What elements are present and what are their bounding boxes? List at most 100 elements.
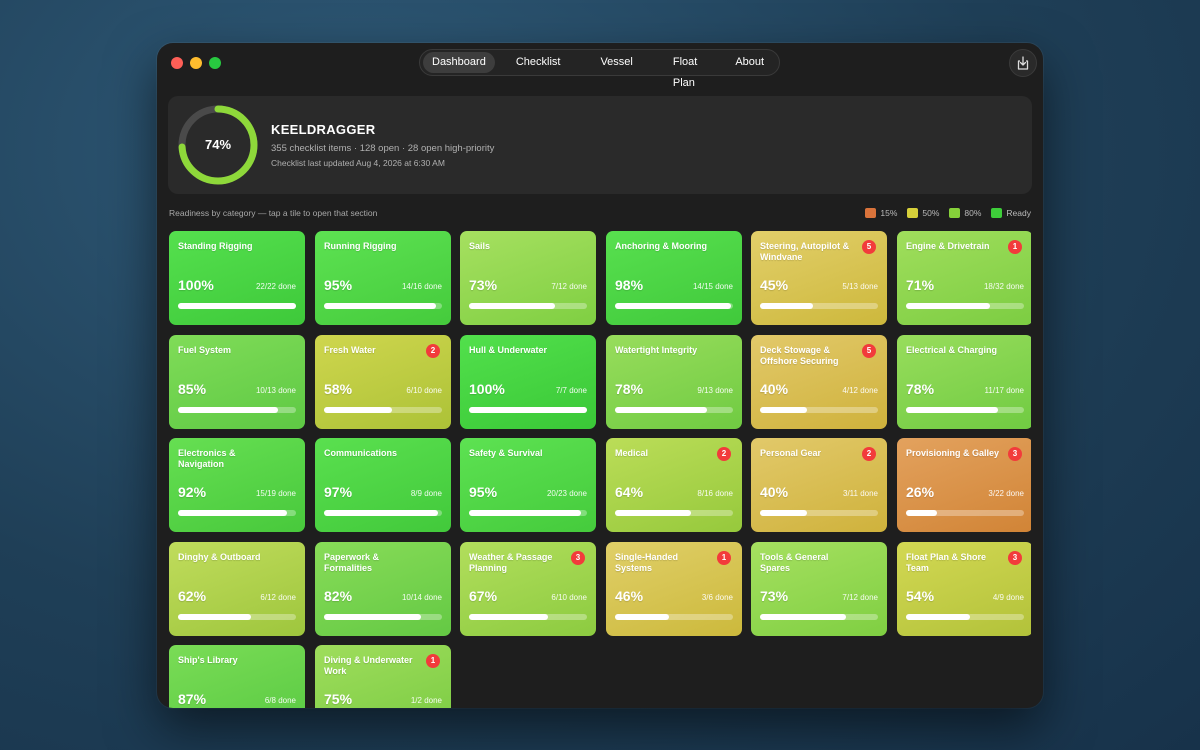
category-tile[interactable]: Deck Stowage & Offshore Securing 5 40% 4/12… [751,335,887,429]
tile-done-count: 7/12 done [551,282,587,291]
legend-swatch [907,208,919,218]
category-tile[interactable]: Provisioning & Galley 3 26% 3/22 done [897,438,1031,532]
last-updated: Checklist last updated Aug 4, 2026 at 6:… [271,158,445,168]
category-tile[interactable]: Medical 2 64% 8/16 done [606,438,742,532]
tile-done-count: 6/12 done [260,593,296,602]
category-tile[interactable]: Engine & Drivetrain 1 71% 18/32 done [897,231,1031,325]
export-button[interactable] [1009,49,1037,77]
tile-category-name: Standing Rigging [178,241,253,251]
tile-progress-bar [615,407,733,413]
category-tile[interactable]: Tools & General Spares 73% 7/12 done [751,542,887,636]
category-tile[interactable]: Running Rigging 95% 14/16 done [315,231,451,325]
tile-category-name: Personal Gear [760,448,822,458]
tile-done-count: 6/8 done [264,696,296,705]
category-tile[interactable]: Communications 97% 8/9 done [315,438,451,532]
category-tile[interactable]: Anchoring & Mooring 98% 14/15 done [606,231,742,325]
category-tile[interactable]: Ship's Library 87% 6/8 done [169,645,305,708]
high-priority-badge: 2 [862,447,876,461]
category-tile[interactable]: Standing Rigging 100% 22/22 done [169,231,305,325]
tile-progress-bar [615,614,733,620]
tile-percent: 58% [324,381,353,397]
category-tile[interactable]: Fuel System 85% 10/13 done [169,335,305,429]
tile-progress-bar [760,614,878,620]
tab-about[interactable]: About [726,52,773,73]
category-tile[interactable]: Electrical & Charging 78% 11/17 done [897,335,1031,429]
high-priority-badge: 3 [1008,447,1022,461]
tile-progress-bar [469,407,587,413]
tile-category-name: Tools & General Spares [760,552,829,573]
legend-swatch [991,208,1003,218]
tile-done-count: 5/13 done [842,282,878,291]
tile-done-count: 9/13 done [697,386,733,395]
tile-percent: 98% [615,277,644,293]
category-tile[interactable]: Steering, Autopilot & Windvane 5 45% 5/13 d… [751,231,887,325]
tab-checklist[interactable]: Checklist [507,52,570,73]
tile-progress-fill [760,510,808,516]
zoom-window-button[interactable] [209,57,221,69]
tile-percent: 45% [760,277,789,293]
tile-progress-bar [324,303,442,309]
tile-progress-fill [906,303,990,309]
tile-done-count: 3/6 done [701,593,733,602]
tile-percent: 67% [469,588,498,604]
tile-progress-fill [906,510,937,516]
minimize-window-button[interactable] [190,57,202,69]
tile-category-name: Single-Handed Systems [615,552,679,573]
tile-progress-bar [469,303,587,309]
category-tile[interactable]: Sails 73% 7/12 done [460,231,596,325]
tile-progress-bar [760,303,878,309]
tile-progress-bar [615,303,733,309]
category-tile[interactable]: Diving & Underwater Work 1 75% 1/2 done [315,645,451,708]
tile-category-name: Provisioning & Galley [906,448,1000,458]
category-tile[interactable]: Weather & Passage Planning 3 67% 6/10 done [460,542,596,636]
tile-category-name: Fresh Water [324,345,376,355]
high-priority-badge: 1 [1008,240,1022,254]
tile-category-name: Fuel System [178,345,232,355]
high-priority-badge: 3 [571,551,585,565]
tile-done-count: 6/10 done [406,386,442,395]
tile-category-name: Communications [324,448,398,458]
tile-percent: 85% [178,381,207,397]
tile-category-name: Medical [615,448,649,458]
tile-done-count: 3/22 done [988,489,1024,498]
tab-dashboard[interactable]: Dashboard [423,52,495,73]
tile-progress-fill [469,510,582,516]
category-tile[interactable]: Safety & Survival 95% 20/23 done [460,438,596,532]
category-tile[interactable]: Paperwork & Formalities 82% 10/14 done [315,542,451,636]
tile-percent: 97% [324,484,353,500]
tile-percent: 40% [760,484,789,500]
tile-progress-fill [906,614,970,620]
legend-item-15: 15% [865,208,897,218]
category-tile[interactable]: Fresh Water 2 58% 6/10 done [315,335,451,429]
legend-item-80: 80% [949,208,981,218]
tile-progress-bar [178,407,296,413]
tile-progress-fill [324,510,439,516]
category-tile[interactable]: Electronics & Navigation 92% 15/19 done [169,438,305,532]
tile-progress-bar [906,510,1024,516]
tile-percent: 26% [906,484,935,500]
close-window-button[interactable] [171,57,183,69]
tile-done-count: 20/23 done [546,489,587,498]
tile-progress-bar [178,614,296,620]
tile-percent: 100% [469,381,505,397]
tab-vessel[interactable]: Vessel [591,52,641,73]
category-tile-grid: Standing Rigging 100% 22/22 done Running Ri… [169,231,1031,708]
category-tile[interactable]: Hull & Underwater 100% 7/7 done [460,335,596,429]
category-tile[interactable]: Watertight Integrity 78% 9/13 done [606,335,742,429]
category-tile[interactable]: Dinghy & Outboard 62% 6/12 done [169,542,305,636]
high-priority-badge: 2 [426,344,440,358]
tile-progress-fill [178,614,252,620]
tile-progress-fill [324,407,393,413]
tile-done-count: 11/17 done [984,386,1024,395]
category-tile[interactable]: Float Plan & Shore Team 3 54% 4/9 done [897,542,1031,636]
tile-progress-bar [469,614,587,620]
tile-percent: 40% [760,381,789,397]
tab-float-plan[interactable]: Float Plan [664,52,706,89]
category-tile[interactable]: Single-Handed Systems 1 46% 3/6 done [606,542,742,636]
tile-done-count: 14/15 done [692,282,733,291]
tile-category-name: Safety & Survival [469,448,543,458]
readiness-summary-card: 74% KEELDRAGGER 355 checklist items · 12… [168,96,1032,194]
tile-done-count: 4/9 done [992,593,1024,602]
category-tile[interactable]: Personal Gear 2 40% 3/11 done [751,438,887,532]
tile-percent: 82% [324,588,353,604]
